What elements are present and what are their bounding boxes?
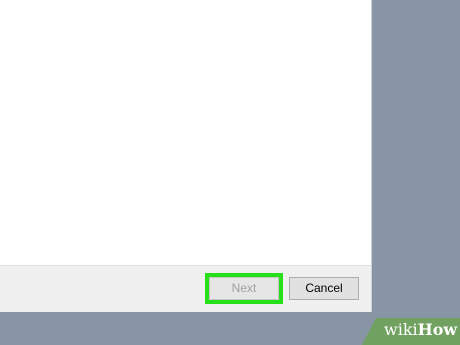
watermark-wiki-text: wiki — [384, 320, 418, 339]
next-button[interactable]: Next — [209, 277, 279, 300]
watermark-logo-text: wikiHow — [384, 320, 457, 339]
watermark-badge-shape — [362, 318, 460, 345]
desktop-background: Next Cancel wikiHow — [0, 0, 460, 345]
dialog-content-area — [0, 0, 371, 265]
wikihow-watermark: wikiHow — [362, 318, 460, 345]
cancel-button[interactable]: Cancel — [289, 277, 359, 300]
watermark-how-text: How — [417, 320, 458, 339]
dialog-window — [0, 0, 372, 312]
